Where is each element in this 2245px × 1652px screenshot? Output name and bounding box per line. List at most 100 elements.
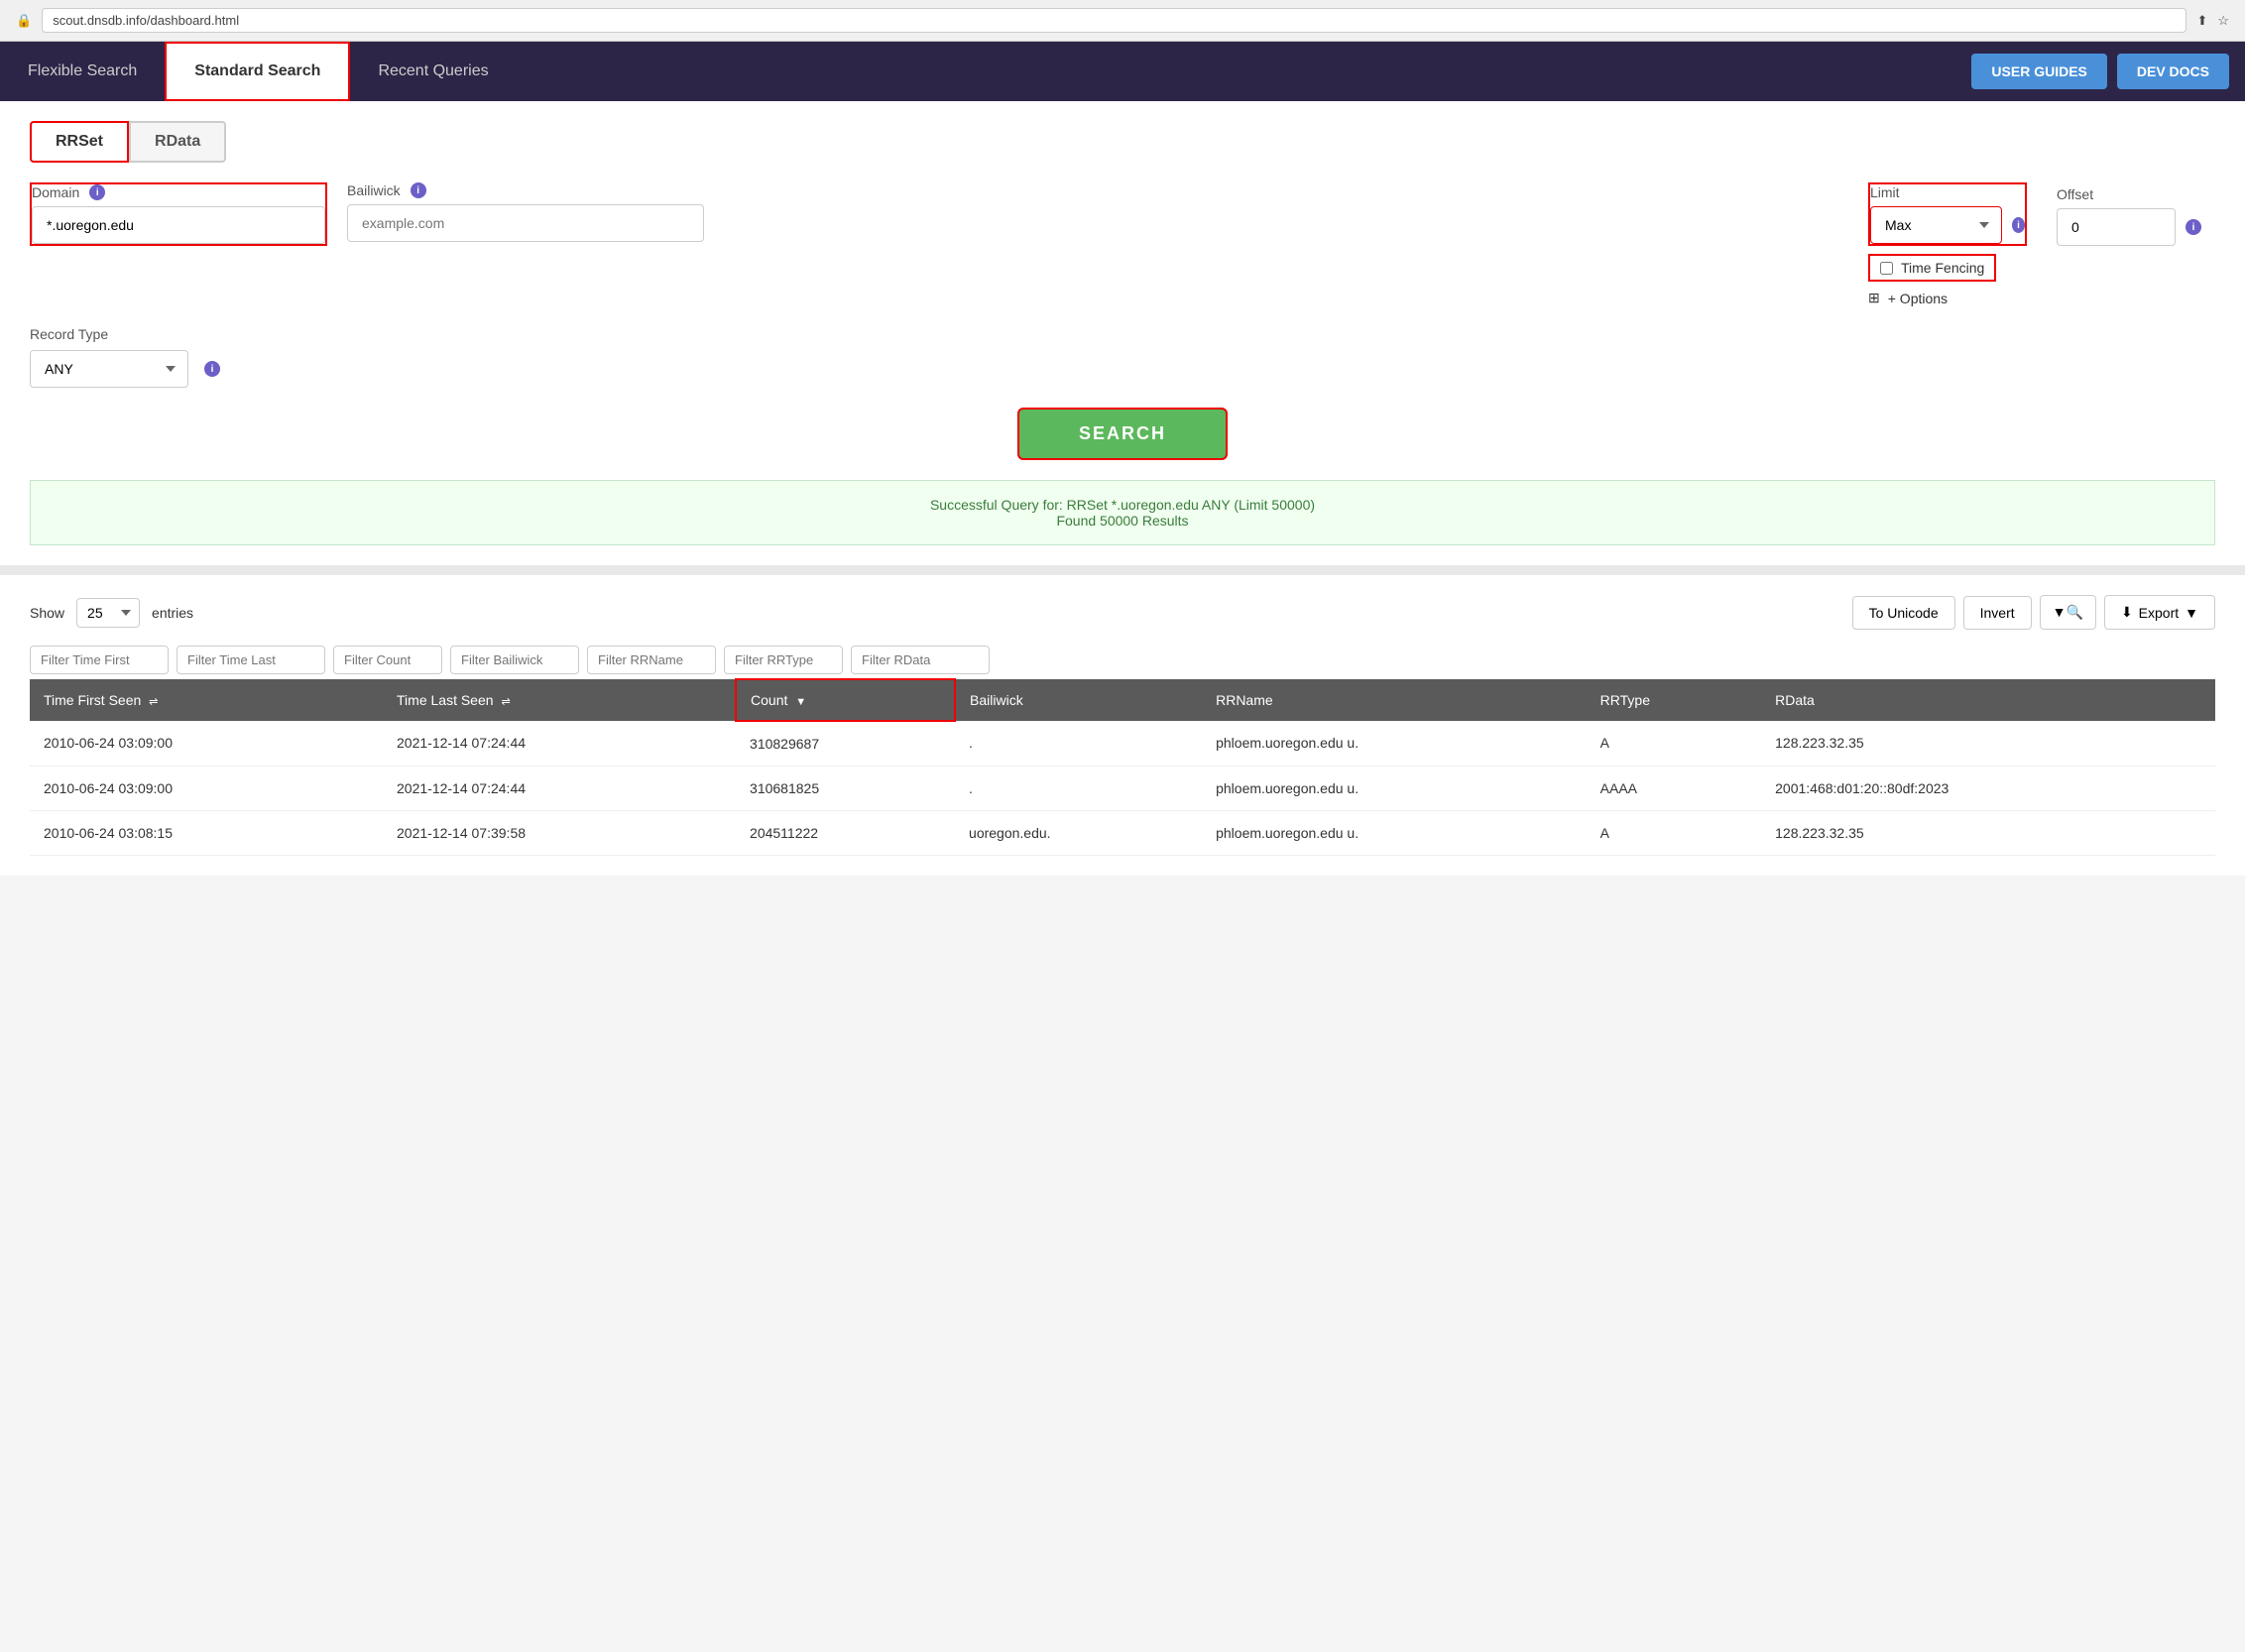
filter-rrname[interactable] [587, 646, 716, 674]
col-time-last[interactable]: Time Last Seen ⇌ [383, 679, 736, 721]
col-rrname: RRName [1202, 679, 1587, 721]
filter-count[interactable] [333, 646, 442, 674]
cell-rrname: phloem.uoregon.edu u. [1202, 767, 1587, 811]
browser-url[interactable]: scout.dnsdb.info/dashboard.html [42, 8, 2186, 33]
lock-icon: 🔒 [16, 13, 32, 29]
col-rdata: RData [1761, 679, 2215, 721]
export-dropdown-icon: ▼ [2185, 605, 2198, 621]
sort-icon-time-first: ⇌ [149, 696, 158, 708]
cell-rdata: 2001:468:d01:20::80df:2023 [1761, 767, 2215, 811]
cell-bailiwick: uoregon.edu. [955, 811, 1202, 856]
entries-select[interactable]: 25 10 50 100 [76, 598, 140, 628]
filter-time-first[interactable] [30, 646, 169, 674]
limit-offset-row: Limit Max 1000 5000 10000 50000 i [1868, 182, 2215, 246]
dev-docs-button[interactable]: DEV DOCS [2117, 54, 2229, 89]
offset-group: Offset i [2057, 186, 2215, 246]
domain-group: Domain i [30, 182, 327, 246]
table-body: 2010-06-24 03:09:00 2021-12-14 07:24:44 … [30, 721, 2215, 856]
nav-right: USER GUIDES DEV DOCS [1955, 42, 2245, 101]
to-unicode-button[interactable]: To Unicode [1852, 596, 1955, 630]
type-tab-rdata[interactable]: RData [129, 121, 226, 163]
domain-input[interactable] [32, 206, 325, 244]
cell-bailiwick: . [955, 767, 1202, 811]
cell-rrtype: A [1587, 811, 1761, 856]
filters-row [30, 646, 2215, 674]
filter-bailiwick[interactable] [450, 646, 579, 674]
table-actions: To Unicode Invert ▼🔍 ⬇ Export ▼ [1852, 595, 2215, 630]
filter-icon-button[interactable]: ▼🔍 [2040, 595, 2096, 630]
domain-info-icon[interactable]: i [89, 184, 105, 200]
options-row[interactable]: ⊞ + Options [1868, 290, 1948, 306]
table-row: 2010-06-24 03:09:00 2021-12-14 07:24:44 … [30, 721, 2215, 767]
cell-count: 310681825 [736, 767, 955, 811]
table-row: 2010-06-24 03:08:15 2021-12-14 07:39:58 … [30, 811, 2215, 856]
tab-recent-queries[interactable]: Recent Queries [350, 42, 516, 101]
tab-flexible-search[interactable]: Flexible Search [0, 42, 165, 101]
main-content: RRSet RData Domain i Bailiwick i [0, 101, 2245, 876]
bookmark-icon: ☆ [2217, 13, 2229, 29]
success-line1: Successful Query for: RRSet *.uoregon.ed… [47, 497, 2198, 513]
cell-time-first: 2010-06-24 03:08:15 [30, 811, 383, 856]
offset-input[interactable] [2057, 208, 2176, 246]
col-rrtype: RRType [1587, 679, 1761, 721]
cell-rrtype: A [1587, 721, 1761, 767]
col-count[interactable]: Count ▼ [736, 679, 955, 721]
success-banner: Successful Query for: RRSet *.uoregon.ed… [30, 480, 2215, 545]
bailiwick-input[interactable] [347, 204, 704, 242]
filter-rdata[interactable] [851, 646, 990, 674]
filter-icon: ▼🔍 [2053, 604, 2083, 620]
limit-info-icon[interactable]: i [2012, 217, 2025, 233]
domain-label: Domain i [32, 184, 325, 200]
offset-info-icon[interactable]: i [2186, 219, 2201, 235]
success-line2: Found 50000 Results [47, 513, 2198, 529]
bailiwick-label: Bailiwick i [347, 182, 704, 198]
table-controls: Show 25 10 50 100 entries To Unicode Inv… [30, 595, 2215, 630]
cell-time-first: 2010-06-24 03:09:00 [30, 721, 383, 767]
bailiwick-group: Bailiwick i [347, 182, 704, 242]
right-controls: Limit Max 1000 5000 10000 50000 i [1868, 182, 2215, 306]
col-time-first[interactable]: Time First Seen ⇌ [30, 679, 383, 721]
offset-label: Offset [2057, 186, 2215, 202]
entries-text: entries [152, 605, 193, 621]
export-label: Export [2139, 605, 2179, 621]
data-table: Time First Seen ⇌ Time Last Seen ⇌ Count… [30, 678, 2215, 856]
options-label: + Options [1888, 291, 1948, 306]
cell-count: 204511222 [736, 811, 955, 856]
export-icon: ⬇ [2121, 604, 2133, 621]
cell-time-last: 2021-12-14 07:39:58 [383, 811, 736, 856]
cell-rrtype: AAAA [1587, 767, 1761, 811]
filter-time-last[interactable] [177, 646, 325, 674]
time-fencing-checkbox[interactable] [1880, 262, 1893, 275]
record-type-section: Record Type ANY A AAAA CNAME MX NS PTR S… [30, 326, 2215, 388]
cell-rdata: 128.223.32.35 [1761, 721, 2215, 767]
export-button[interactable]: ⬇ Export ▼ [2104, 595, 2215, 630]
filter-rrtype[interactable] [724, 646, 843, 674]
sort-icon-time-last: ⇌ [501, 696, 510, 708]
record-type-select[interactable]: ANY A AAAA CNAME MX NS PTR SOA TXT [30, 350, 188, 388]
cell-count: 310829687 [736, 721, 955, 767]
type-tabs: RRSet RData [30, 121, 2215, 163]
time-fencing-label: Time Fencing [1901, 260, 1984, 276]
cell-time-last: 2021-12-14 07:24:44 [383, 721, 736, 767]
limit-label: Limit [1870, 184, 2025, 200]
time-fencing-row[interactable]: Time Fencing [1868, 254, 1996, 282]
invert-button[interactable]: Invert [1963, 596, 2032, 630]
sort-icon-count: ▼ [795, 696, 806, 708]
form-area: Domain i Bailiwick i Limit [30, 182, 2215, 306]
cell-rrname: phloem.uoregon.edu u. [1202, 721, 1587, 767]
limit-group: Limit Max 1000 5000 10000 50000 i [1868, 182, 2027, 246]
limit-select[interactable]: Max 1000 5000 10000 50000 [1870, 206, 2002, 244]
type-tab-rrset[interactable]: RRSet [30, 121, 129, 163]
bailiwick-info-icon[interactable]: i [411, 182, 426, 198]
user-guides-button[interactable]: USER GUIDES [1971, 54, 2106, 89]
options-expand-icon: ⊞ [1868, 290, 1880, 306]
tab-standard-search[interactable]: Standard Search [165, 42, 350, 101]
share-icon: ⬆ [2196, 13, 2207, 29]
nav-tabs: Flexible Search Standard Search Recent Q… [0, 42, 1955, 101]
record-type-row: ANY A AAAA CNAME MX NS PTR SOA TXT i [30, 350, 2215, 388]
cell-time-first: 2010-06-24 03:09:00 [30, 767, 383, 811]
show-label: Show [30, 605, 64, 621]
record-type-info-icon[interactable]: i [204, 361, 220, 377]
cell-rdata: 128.223.32.35 [1761, 811, 2215, 856]
search-button[interactable]: SEARCH [1017, 408, 1228, 460]
